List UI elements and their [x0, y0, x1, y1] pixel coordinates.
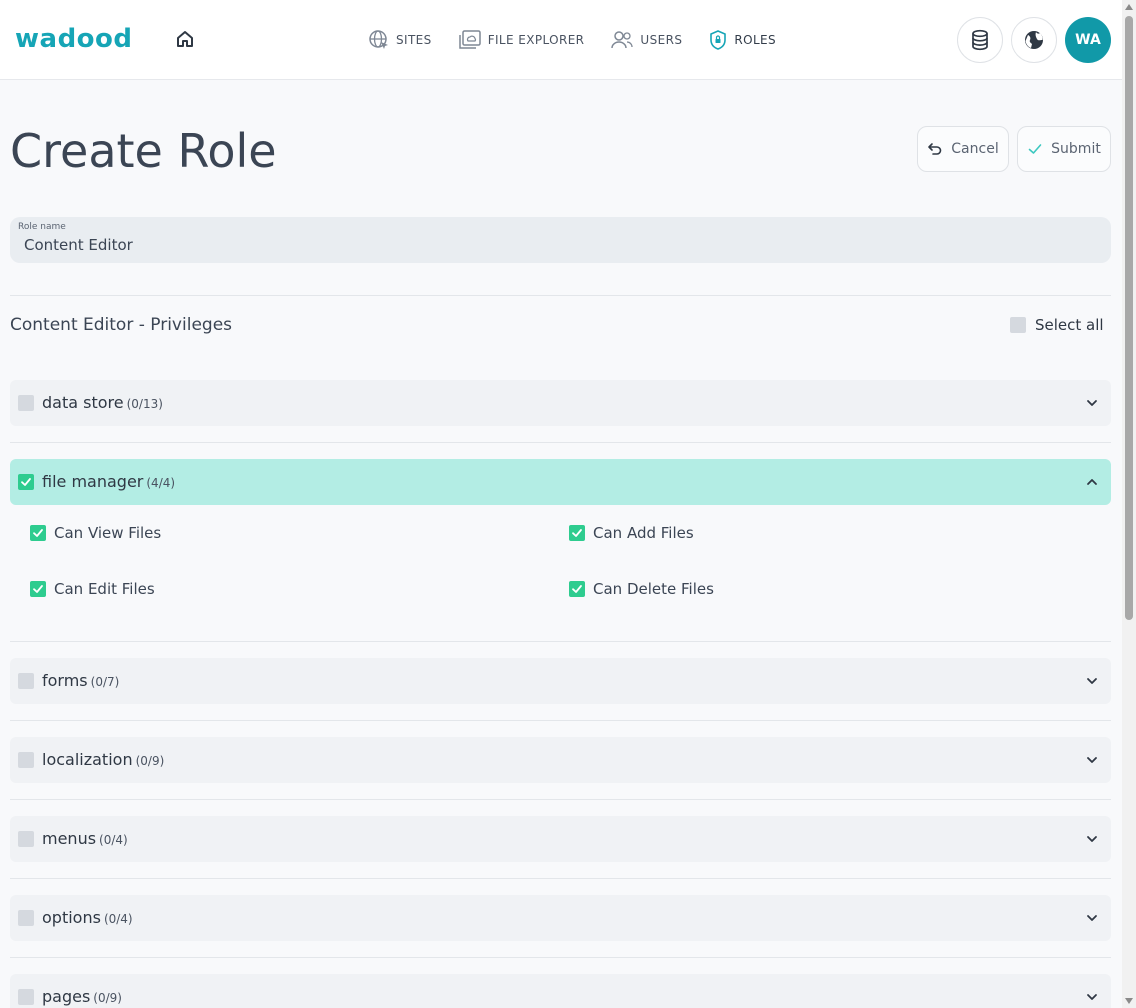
submit-button[interactable]: Submit [1017, 126, 1111, 172]
chevron-down-icon[interactable] [1085, 911, 1099, 925]
globe-icon [1025, 31, 1043, 49]
group-name-file-manager: file manager [42, 472, 144, 491]
divider [10, 641, 1111, 642]
permission-checkbox[interactable] [569, 581, 585, 597]
database-icon [972, 29, 988, 51]
permission-label: Can Delete Files [593, 580, 714, 598]
group-checkbox-localization[interactable] [18, 752, 34, 768]
globe-cursor-icon [369, 30, 388, 49]
group-name-menus: menus [42, 829, 97, 848]
main-nav: SITES FILE EXPLORER USERS ROLES [368, 28, 776, 52]
shield-lock-icon [710, 30, 727, 50]
group-name-forms: forms [42, 671, 88, 690]
accordion-file-manager[interactable]: file manager (4/4) [10, 459, 1111, 505]
group-count-options: (0/4) [103, 912, 133, 926]
role-name-label: Role name [18, 222, 66, 232]
accordion-options[interactable]: options (0/4) [10, 895, 1111, 941]
permission-label: Can Add Files [593, 524, 694, 542]
permission-label: Can Edit Files [54, 580, 155, 598]
accordion-data-store[interactable]: data store (0/13) [10, 380, 1111, 426]
folder-cloud-icon [458, 30, 481, 49]
divider [10, 720, 1111, 721]
role-name-field[interactable]: Role name [10, 217, 1111, 263]
divider [10, 442, 1111, 443]
checkmark-icon [572, 585, 582, 593]
group-checkbox-pages[interactable] [18, 989, 34, 1005]
group-count-menus: (0/4) [99, 833, 128, 847]
undo-icon [928, 143, 942, 155]
accordion-forms[interactable]: forms (0/7) [10, 658, 1111, 704]
group-name-options: options [42, 908, 101, 927]
scroll-up-arrow-icon[interactable] [1125, 4, 1133, 10]
check-icon [1028, 144, 1042, 154]
cancel-button[interactable]: Cancel [917, 126, 1009, 172]
user-avatar[interactable]: WA [1065, 17, 1111, 63]
group-count-data-store: (0/13) [126, 397, 163, 411]
select-all-box[interactable] [1010, 317, 1026, 333]
database-button[interactable] [957, 17, 1003, 63]
wadood-logo[interactable]: wadood [15, 24, 133, 54]
checkmark-icon [33, 529, 43, 537]
scroll-thumb[interactable] [1125, 16, 1133, 620]
group-count-localization: (0/9) [135, 754, 165, 768]
chevron-down-icon[interactable] [1085, 753, 1099, 767]
select-all-checkbox[interactable]: Select all [1010, 316, 1104, 334]
group-count-pages: (0/9) [93, 991, 122, 1005]
privileges-title: Content Editor - Privileges [10, 315, 233, 335]
role-name-input[interactable] [24, 236, 1094, 254]
checkmark-icon [572, 529, 582, 537]
nav-users[interactable]: USERS [610, 28, 682, 52]
permission-label: Can View Files [54, 524, 162, 542]
page-scrollbar[interactable] [1122, 0, 1136, 1008]
nav-roles[interactable]: ROLES [708, 28, 776, 52]
permission-can-add-files[interactable]: Can Add Files [569, 524, 694, 542]
permission-checkbox[interactable] [30, 581, 46, 597]
permission-can-edit-files[interactable]: Can Edit Files [30, 580, 155, 598]
nav-file-explorer[interactable]: FILE EXPLORER [458, 28, 585, 52]
group-checkbox-menus[interactable] [18, 831, 34, 847]
checkmark-icon [21, 478, 31, 486]
group-checkbox-forms[interactable] [18, 673, 34, 689]
divider [10, 295, 1111, 296]
group-checkbox-file-manager[interactable] [18, 474, 34, 490]
group-name-data-store: data store [42, 393, 124, 412]
submit-button-label: Submit [1051, 141, 1101, 157]
divider [10, 957, 1111, 958]
nav-file-explorer-label: FILE EXPLORER [487, 33, 585, 47]
nav-sites[interactable]: SITES [368, 28, 432, 52]
chevron-down-icon[interactable] [1085, 990, 1099, 1004]
language-button[interactable] [1011, 17, 1057, 63]
permission-can-view-files[interactable]: Can View Files [30, 524, 161, 542]
top-navbar: wadood SITES FILE EXPLORER USERS ROLES W… [0, 0, 1122, 80]
chevron-down-icon[interactable] [1085, 832, 1099, 846]
page-title: Create Role [10, 124, 277, 178]
permission-checkbox[interactable] [30, 525, 46, 541]
chevron-down-icon[interactable] [1085, 674, 1099, 688]
accordion-localization[interactable]: localization (0/9) [10, 737, 1111, 783]
accordion-pages[interactable]: pages (0/9) [10, 974, 1111, 1008]
nav-sites-label: SITES [396, 33, 432, 47]
group-count-file-manager: (4/4) [146, 476, 176, 490]
accordion-menus[interactable]: menus (0/4) [10, 816, 1111, 862]
permission-checkbox[interactable] [569, 525, 585, 541]
home-icon[interactable] [172, 26, 198, 52]
group-count-forms: (0/7) [90, 675, 120, 689]
nav-roles-label: ROLES [734, 33, 777, 47]
chevron-down-icon[interactable] [1085, 396, 1099, 410]
chevron-up-icon[interactable] [1085, 475, 1099, 489]
checkmark-icon [33, 585, 43, 593]
divider [10, 799, 1111, 800]
group-checkbox-data-store[interactable] [18, 395, 34, 411]
scroll-down-arrow-icon[interactable] [1125, 998, 1133, 1004]
nav-users-label: USERS [640, 33, 683, 47]
cancel-button-label: Cancel [951, 141, 999, 157]
group-name-pages: pages [42, 987, 91, 1006]
select-all-label: Select all [1035, 316, 1104, 334]
users-icon [611, 31, 634, 49]
group-checkbox-options[interactable] [18, 910, 34, 926]
permission-can-delete-files[interactable]: Can Delete Files [569, 580, 714, 598]
group-name-localization: localization [42, 750, 133, 769]
divider [10, 878, 1111, 879]
